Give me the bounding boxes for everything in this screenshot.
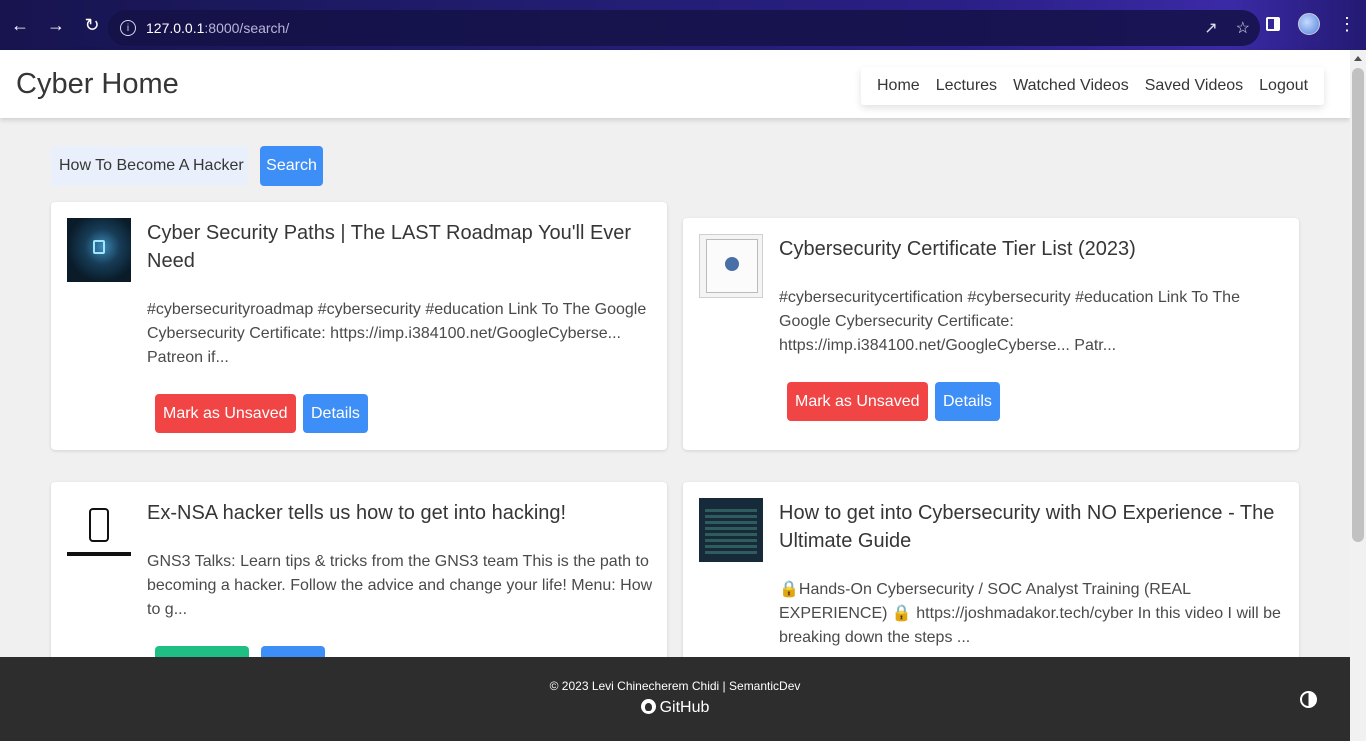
side-panel-icon[interactable] [1266,17,1280,31]
video-card: How to get into Cybersecurity with NO Ex… [683,482,1299,682]
forward-icon[interactable]: → [40,9,72,41]
video-thumbnail[interactable] [67,498,131,562]
nav-home[interactable]: Home [869,77,928,95]
site-navbar: Cyber Home Home Lectures Watched Videos … [0,50,1350,118]
scroll-up-icon[interactable] [1354,56,1362,61]
video-description: #cybersecurityroadmap #cybersecurity #ed… [147,301,647,366]
video-card: Cyber Security Paths | The LAST Roadmap … [51,202,667,450]
url-path: :8000/search/ [204,20,290,36]
nav-logout[interactable]: Logout [1251,77,1316,95]
details-button[interactable]: Details [935,382,1000,421]
footer-copyright: © 2023 Levi Chinecherem Chidi | Semantic… [549,679,801,693]
guide-graphic [705,508,757,554]
github-link[interactable]: GitHub [0,699,1350,717]
page-scrollbar[interactable] [1350,50,1366,741]
video-description: #cybersecuritycertification #cybersecuri… [779,289,1240,354]
nav-lectures[interactable]: Lectures [928,77,1005,95]
phone-lock-icon [89,508,109,542]
address-bar[interactable]: i 127.0.0.1:8000/search/ ↗ ☆ [108,10,1260,46]
github-icon [640,699,656,714]
bookmark-star-icon[interactable]: ☆ [1236,18,1250,38]
video-thumbnail[interactable] [699,234,763,298]
mark-unsaved-button[interactable]: Mark as Unsaved [155,394,296,433]
github-label[interactable]: GitHub [660,699,710,716]
thumbnail-bar [67,552,131,556]
video-title: Cyber Security Paths | The LAST Roadmap … [147,222,632,272]
url-host: 127.0.0.1 [146,20,205,36]
theme-toggle-icon[interactable] [1300,691,1317,708]
details-button[interactable]: Details [303,394,368,433]
video-card: Cybersecurity Certificate Tier List (202… [683,218,1299,450]
video-card: Ex-NSA hacker tells us how to get into h… [51,482,667,685]
nav-watched-videos[interactable]: Watched Videos [1005,77,1137,95]
menu-kebab-icon[interactable]: ⋮ [1338,15,1356,33]
site-info-icon[interactable]: i [120,20,136,36]
reload-icon[interactable]: ↻ [76,9,108,41]
back-icon[interactable]: ← [4,9,36,41]
search-button[interactable]: Search [260,146,323,186]
profile-avatar[interactable] [1298,13,1320,35]
video-description: 🔒Hands-On Cybersecurity / SOC Analyst Tr… [779,581,1281,646]
video-title: Cybersecurity Certificate Tier List (202… [779,238,1136,260]
search-input[interactable] [51,146,248,186]
share-icon[interactable]: ↗ [1204,18,1217,38]
nav-links: Home Lectures Watched Videos Saved Video… [861,67,1325,105]
video-thumbnail[interactable] [699,498,763,562]
video-title: How to get into Cybersecurity with NO Ex… [779,502,1275,552]
site-footer: © 2023 Levi Chinecherem Chidi | Semantic… [0,657,1350,741]
nav-saved-videos[interactable]: Saved Videos [1137,77,1251,95]
scrollbar-thumb[interactable] [1352,68,1364,542]
video-title: Ex-NSA hacker tells us how to get into h… [147,502,567,524]
seal-graphic [725,257,739,271]
video-description: GNS3 Talks: Learn tips & tricks from the… [147,553,653,618]
video-thumbnail[interactable] [67,218,131,282]
site-brand[interactable]: Cyber Home [16,68,179,101]
lock-icon [93,240,105,254]
mark-unsaved-button[interactable]: Mark as Unsaved [787,382,928,421]
